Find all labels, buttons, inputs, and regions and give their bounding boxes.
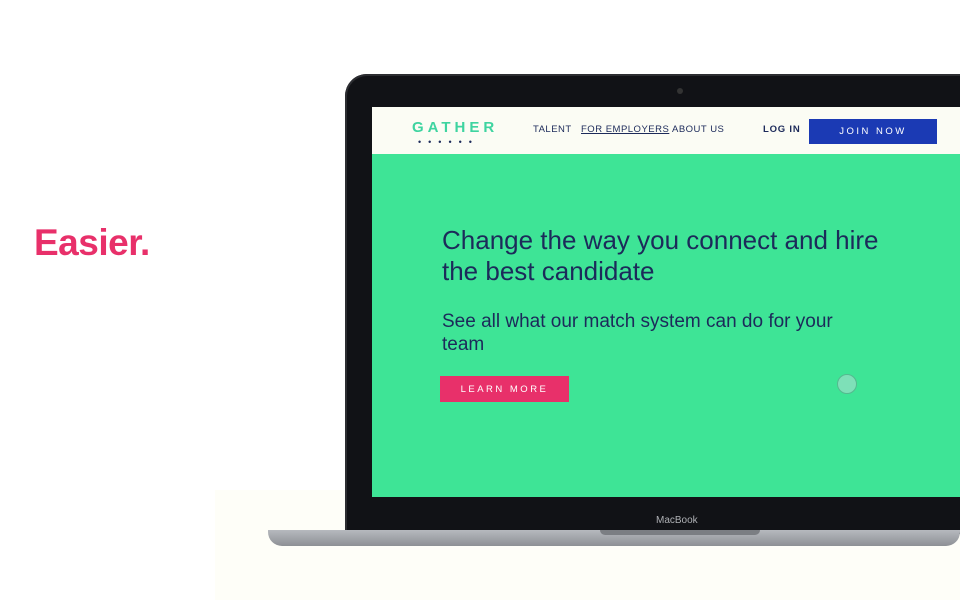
nav-link-talent[interactable]: TALENT [533, 124, 572, 135]
site-logo[interactable]: GATHER [412, 119, 498, 136]
nav-link-for-employers[interactable]: FOR EMPLOYERS [581, 124, 669, 135]
tagline: Easier. [34, 222, 150, 263]
learn-more-button[interactable]: LEARN MORE [440, 376, 569, 402]
laptop-screen: GATHER •••••• TALENT FOR EMPLOYERS ABOUT… [372, 107, 960, 497]
device-brand-label: MacBook [656, 515, 698, 526]
logo-dots: •••••• [418, 137, 479, 147]
cursor-indicator-icon [837, 374, 857, 394]
join-now-button[interactable]: JOIN NOW [809, 119, 937, 144]
site-navbar: GATHER •••••• TALENT FOR EMPLOYERS ABOUT… [372, 107, 960, 154]
camera-icon [677, 88, 683, 94]
hero-subhead: See all what our match system can do for… [442, 311, 833, 355]
hero-headline: Change the way you connect and hire the … [442, 225, 879, 286]
laptop-lid: GATHER •••••• TALENT FOR EMPLOYERS ABOUT… [345, 74, 960, 534]
login-link[interactable]: LOG IN [763, 124, 801, 135]
laptop-base-notch [600, 530, 760, 535]
nav-link-about-us[interactable]: ABOUT US [672, 124, 724, 135]
